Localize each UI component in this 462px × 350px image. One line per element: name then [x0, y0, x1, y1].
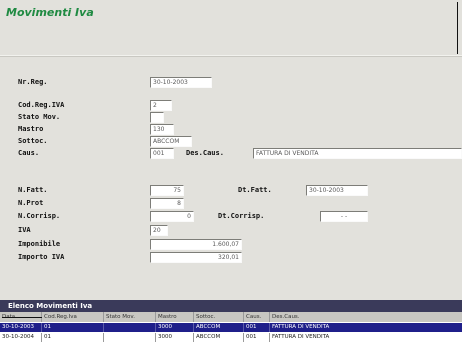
iva-field[interactable]: 20	[150, 225, 168, 236]
table-cell: 001	[244, 323, 270, 332]
table-cell: ABCCOM	[194, 323, 244, 332]
caus-label: Caus.	[18, 149, 40, 157]
n-prot-field[interactable]: 8	[150, 198, 184, 209]
n-corrisp-field[interactable]: 0	[150, 211, 194, 222]
table-cell	[104, 333, 156, 342]
column-header[interactable]: Sottoc.	[194, 312, 244, 322]
annotation-line	[457, 2, 458, 54]
divider-shadow	[0, 56, 462, 57]
form-panel: Movimenti Iva Nr.Reg. 30-10-2003 Cod.Reg…	[0, 0, 462, 300]
stato-mov-label: Stato Mov.	[18, 113, 61, 121]
mastro-label: Mastro	[18, 125, 44, 133]
importo-iva-field[interactable]: 320,01	[150, 252, 242, 263]
column-header[interactable]: Mastro	[156, 312, 194, 322]
table-cell: 3000	[156, 323, 194, 332]
imponibile-label: Imponibile	[18, 240, 61, 248]
column-header[interactable]: Caus.	[244, 312, 270, 322]
stato-mov-field[interactable]	[150, 112, 164, 123]
window-title: Movimenti Iva	[6, 6, 94, 19]
sottoc-label: Sottoc.	[18, 137, 48, 145]
table-cell: 30-10-2003	[0, 323, 42, 332]
movements-grid: Elenco Movimenti Iva Data Cod.Reg.Iva St…	[0, 300, 462, 350]
column-header[interactable]: Stato Mov.	[104, 312, 156, 322]
table-cell: 3000	[156, 333, 194, 342]
table-cell: ABCCOM	[194, 333, 244, 342]
table-cell: 001	[244, 333, 270, 342]
n-fatt-label: N.Fatt.	[18, 186, 48, 194]
sottoc-field[interactable]: ABCCOM	[150, 136, 192, 147]
imponibile-field[interactable]: 1.600,07	[150, 239, 242, 250]
n-prot-label: N.Prot	[18, 199, 44, 207]
des-caus-label: Des.Caus.	[186, 149, 224, 157]
nr-reg-field[interactable]: 30-10-2003	[150, 77, 212, 88]
column-header[interactable]: Des.Caus.	[270, 312, 462, 322]
caus-field[interactable]: 001	[150, 148, 174, 159]
n-corrisp-label: N.Corrisp.	[18, 212, 61, 220]
table-cell: 01	[42, 323, 104, 332]
table-row[interactable]: 30-10-2004 01 3000 ABCCOM 001 FATTURA DI…	[0, 333, 462, 342]
mastro-field[interactable]: 130	[150, 124, 174, 135]
dt-corrisp-field[interactable]: - -	[320, 211, 368, 222]
cod-reg-iva-label: Cod.Reg.IVA	[18, 101, 65, 109]
iva-label: IVA	[18, 226, 31, 234]
des-caus-field[interactable]: FATTURA DI VENDITA	[253, 148, 462, 159]
dt-fatt-field[interactable]: 30-10-2003	[306, 185, 368, 196]
column-header[interactable]: Cod.Reg.Iva	[42, 312, 104, 322]
table-cell: 01	[42, 333, 104, 342]
table-row[interactable]: 30-10-2003 01 3000 ABCCOM 001 FATTURA DI…	[0, 323, 462, 332]
cod-reg-iva-field[interactable]: 2	[150, 100, 172, 111]
grid-header: Data Cod.Reg.Iva Stato Mov. Mastro Sotto…	[0, 312, 462, 322]
grid-title: Elenco Movimenti Iva	[0, 300, 462, 312]
n-fatt-field[interactable]: 75	[150, 185, 184, 196]
annotation-line	[2, 317, 42, 318]
dt-fatt-label: Dt.Fatt.	[238, 186, 272, 194]
table-cell: 30-10-2004	[0, 333, 42, 342]
table-cell: FATTURA DI VENDITA	[272, 334, 330, 340]
nr-reg-label: Nr.Reg.	[18, 78, 48, 86]
dt-corrisp-label: Dt.Corrisp.	[218, 212, 265, 220]
importo-iva-label: Importo IVA	[18, 253, 65, 261]
table-cell: FATTURA DI VENDITA	[272, 324, 330, 330]
table-cell	[104, 323, 156, 332]
